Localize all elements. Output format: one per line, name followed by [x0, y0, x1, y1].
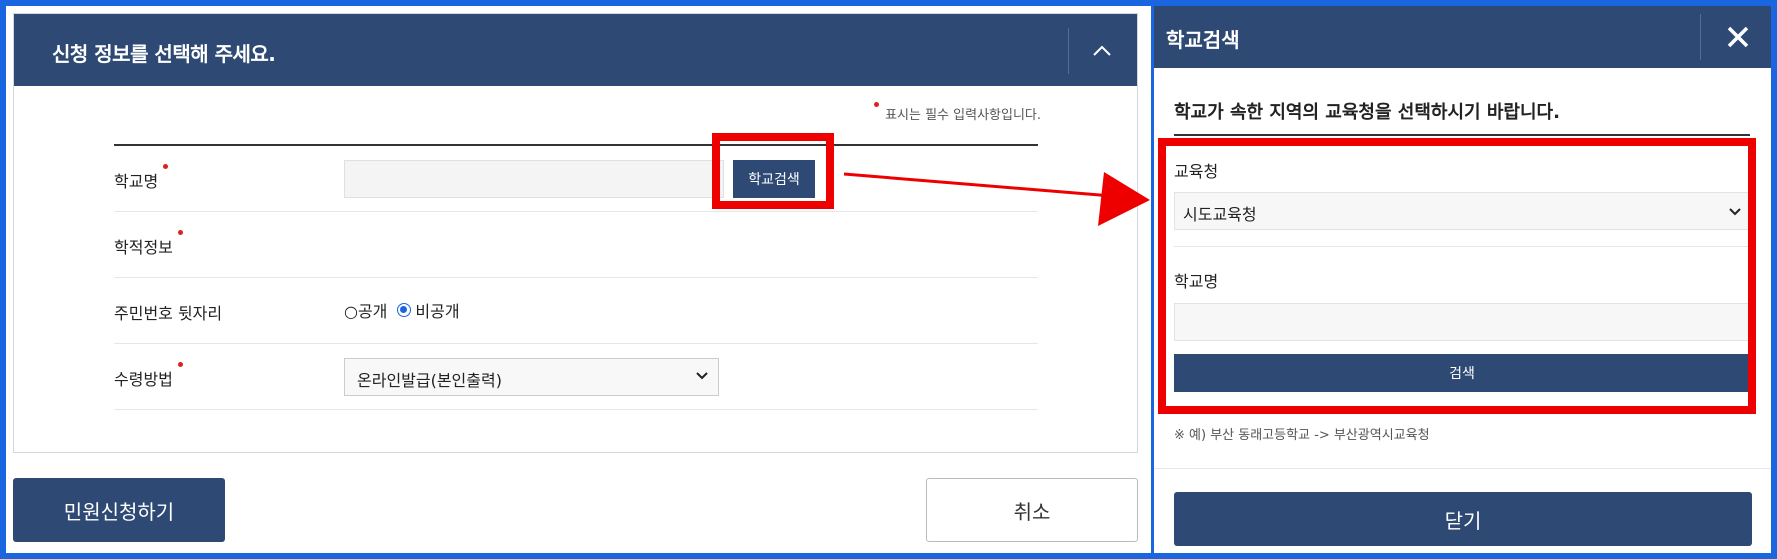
record-label: 학적정보	[114, 230, 183, 258]
close-icon[interactable]	[1723, 22, 1753, 52]
record-label-text: 학적정보	[114, 238, 173, 257]
header-divider	[1068, 28, 1069, 74]
ssn-label: 주민번호 뒷자리	[114, 304, 223, 323]
highlight-box-school-search	[712, 133, 834, 209]
ssn-radio-group: ○공개 비공개	[344, 298, 460, 322]
cancel-button[interactable]: 취소	[926, 478, 1138, 542]
application-header: 신청 정보를 선택해 주세요.	[14, 14, 1137, 86]
school-name-input[interactable]	[344, 160, 724, 198]
close-button[interactable]: 닫기	[1174, 492, 1752, 546]
required-dot	[177, 230, 183, 235]
required-dot	[163, 164, 169, 169]
chevron-up-icon[interactable]	[1087, 36, 1117, 66]
ssn-public-option[interactable]: ○공개	[344, 298, 387, 322]
ssn-private-radio[interactable]	[397, 303, 412, 317]
receive-method-value: 온라인발급(본인출력)	[357, 371, 502, 390]
application-panel: 신청 정보를 선택해 주세요. 표시는 필수 입력사항입니다. 학교명 학교검색	[6, 6, 1151, 553]
modal-header-divider	[1700, 14, 1701, 60]
receive-row: 수령방법 온라인발급(본인출력)	[114, 344, 1038, 410]
modal-instruction: 학교가 속한 지역의 교육청을 선택하시기 바랍니다.	[1174, 102, 1560, 123]
school-search-modal: 학교검색 학교가 속한 지역의 교육청을 선택하시기 바랍니다. 교육청 시도교…	[1154, 6, 1771, 553]
record-row: 학적정보	[114, 212, 1038, 278]
chevron-down-icon	[696, 372, 708, 380]
required-note-text: 표시는 필수 입력사항입니다.	[885, 108, 1041, 123]
receive-field: 온라인발급(본인출력)	[344, 358, 719, 396]
school-field: 학교검색	[344, 160, 815, 198]
modal-title: 학교검색	[1166, 28, 1240, 52]
instruction-divider	[1174, 134, 1750, 136]
receive-label: 수령방법	[114, 362, 183, 390]
required-dot	[177, 362, 183, 367]
school-row: 학교명 학교검색	[114, 146, 1038, 212]
footer-divider	[1154, 468, 1771, 469]
receive-label-text: 수령방법	[114, 370, 173, 389]
receive-method-select[interactable]: 온라인발급(본인출력)	[344, 358, 719, 396]
modal-header: 학교검색	[1154, 6, 1771, 68]
school-label: 학교명	[114, 164, 169, 192]
apply-button[interactable]: 민원신청하기	[13, 478, 225, 542]
highlight-box-modal-form	[1158, 138, 1756, 414]
application-form: 학교명 학교검색 학적정보 주민번호 뒷자리 ○공개 비공개 수령방법 온라인발…	[114, 144, 1038, 410]
ssn-private-option[interactable]: 비공개	[415, 298, 459, 322]
application-title: 신청 정보를 선택해 주세요.	[52, 42, 276, 66]
example-note: ※ 예) 부산 동래고등학교 -> 부산광역시교육청	[1174, 428, 1430, 443]
application-card: 신청 정보를 선택해 주세요. 표시는 필수 입력사항입니다. 학교명 학교검색	[13, 13, 1138, 453]
school-label-text: 학교명	[114, 172, 159, 191]
required-dot	[874, 102, 880, 107]
ssn-row: 주민번호 뒷자리 ○공개 비공개	[114, 278, 1038, 344]
required-note: 표시는 필수 입력사항입니다.	[874, 102, 1041, 123]
